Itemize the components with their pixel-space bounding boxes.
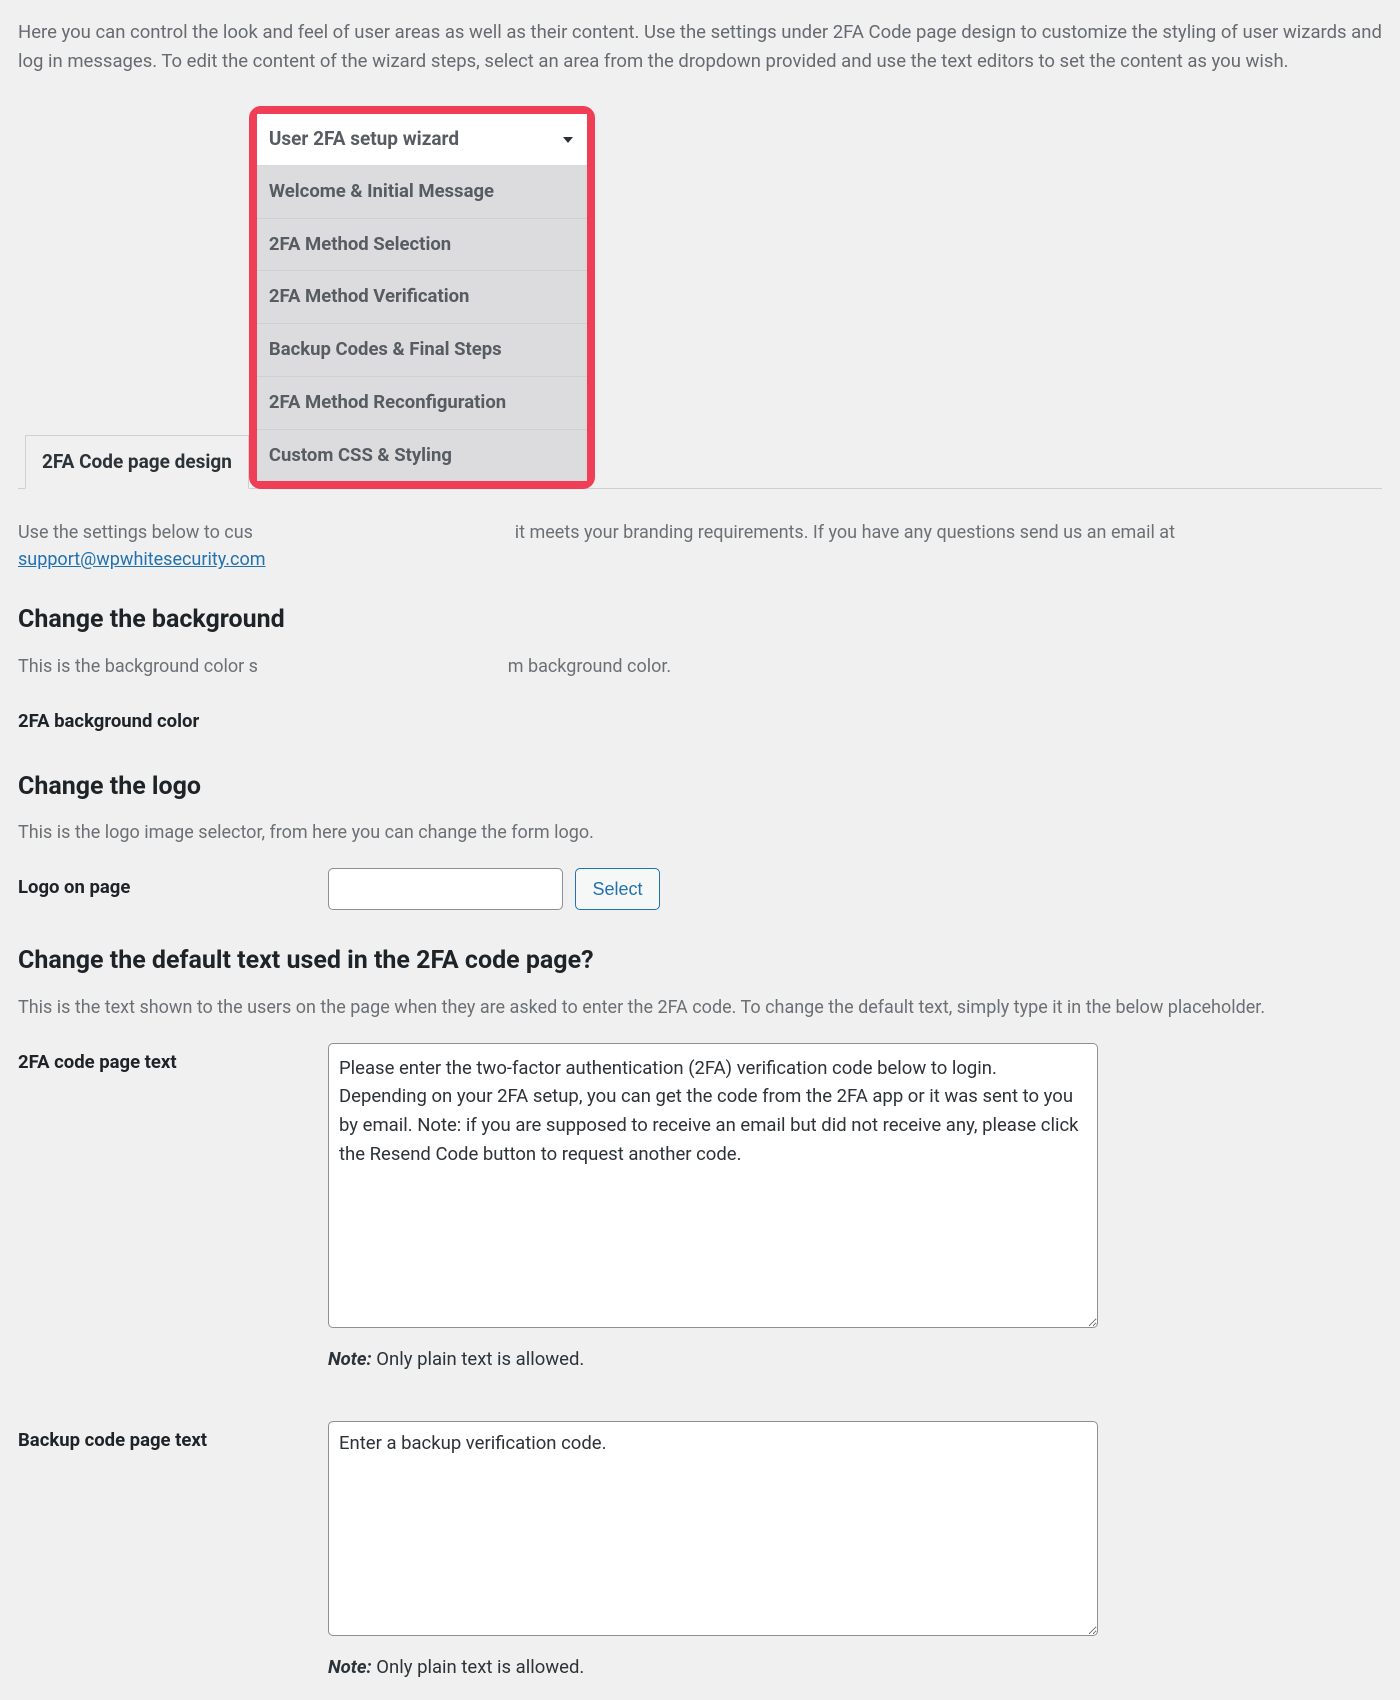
chevron-down-icon — [561, 135, 575, 145]
tab-2fa-code-page-design[interactable]: 2FA Code page design — [25, 435, 249, 490]
dropdown-list: Welcome & Initial Message 2FA Method Sel… — [257, 166, 587, 482]
label-backup-code-page-text: Backup code page text — [18, 1421, 328, 1455]
logo-input[interactable] — [328, 868, 563, 910]
dropdown-item-welcome[interactable]: Welcome & Initial Message — [257, 166, 587, 218]
dropdown-header[interactable]: User 2FA setup wizard — [257, 114, 587, 166]
text-desc: This is the text shown to the users on t… — [18, 994, 1382, 1021]
textarea-backup-code-page-text[interactable] — [328, 1421, 1098, 1636]
note-backup-text: Note: Only plain text is allowed. — [328, 1654, 1382, 1682]
note-text-2: Only plain text is allowed. — [372, 1656, 585, 1678]
note-label-2: Note: — [328, 1656, 372, 1678]
desc-prefix: Use the settings below to cus — [18, 522, 253, 543]
dropdown-item-method-selection[interactable]: 2FA Method Selection — [257, 218, 587, 271]
textarea-2fa-code-page-text[interactable] — [328, 1043, 1098, 1328]
dropdown-highlight: User 2FA setup wizard Welcome & Initial … — [249, 106, 595, 489]
note-text: Only plain text is allowed. — [372, 1348, 585, 1370]
label-2fa-bg-color: 2FA background color — [18, 702, 328, 736]
label-2fa-code-page-text: 2FA code page text — [18, 1043, 328, 1077]
heading-change-default-text: Change the default text used in the 2FA … — [18, 942, 1382, 980]
tabs-bar: 2FA Code page design User 2FA setup wiza… — [18, 105, 1382, 489]
bg-desc: This is the background color s ………………………… — [18, 653, 1382, 680]
note-label: Note: — [328, 1348, 372, 1370]
note-code-text: Note: Only plain text is allowed. — [328, 1346, 1382, 1374]
dropdown-item-reconfiguration[interactable]: 2FA Method Reconfiguration — [257, 376, 587, 429]
dropdown-selected: User 2FA setup wizard — [269, 125, 459, 154]
logo-desc: This is the logo image selector, from he… — [18, 819, 1382, 846]
desc-suffix: it meets your branding requirements. If … — [515, 522, 1175, 543]
dropdown-item-method-verification[interactable]: 2FA Method Verification — [257, 270, 587, 323]
dropdown-item-custom-css[interactable]: Custom CSS & Styling — [257, 429, 587, 482]
label-logo-on-page: Logo on page — [18, 868, 328, 902]
heading-change-background: Change the background — [18, 601, 1382, 639]
select-button[interactable]: Select — [575, 868, 659, 910]
bg-desc-suffix: m background color. — [508, 656, 671, 677]
bg-desc-prefix: This is the background color s — [18, 656, 258, 677]
support-email-link[interactable]: support@wpwhitesecurity.com — [18, 549, 266, 570]
tab-user-2fa-setup-wizard[interactable]: User 2FA setup wizard Welcome & Initial … — [249, 106, 595, 489]
heading-change-logo: Change the logo — [18, 768, 1382, 806]
below-tabs-desc: Use the settings below to cus …………………………… — [18, 519, 1382, 573]
intro-text: Here you can control the look and feel o… — [18, 18, 1382, 75]
dropdown-item-backup-codes[interactable]: Backup Codes & Final Steps — [257, 323, 587, 376]
